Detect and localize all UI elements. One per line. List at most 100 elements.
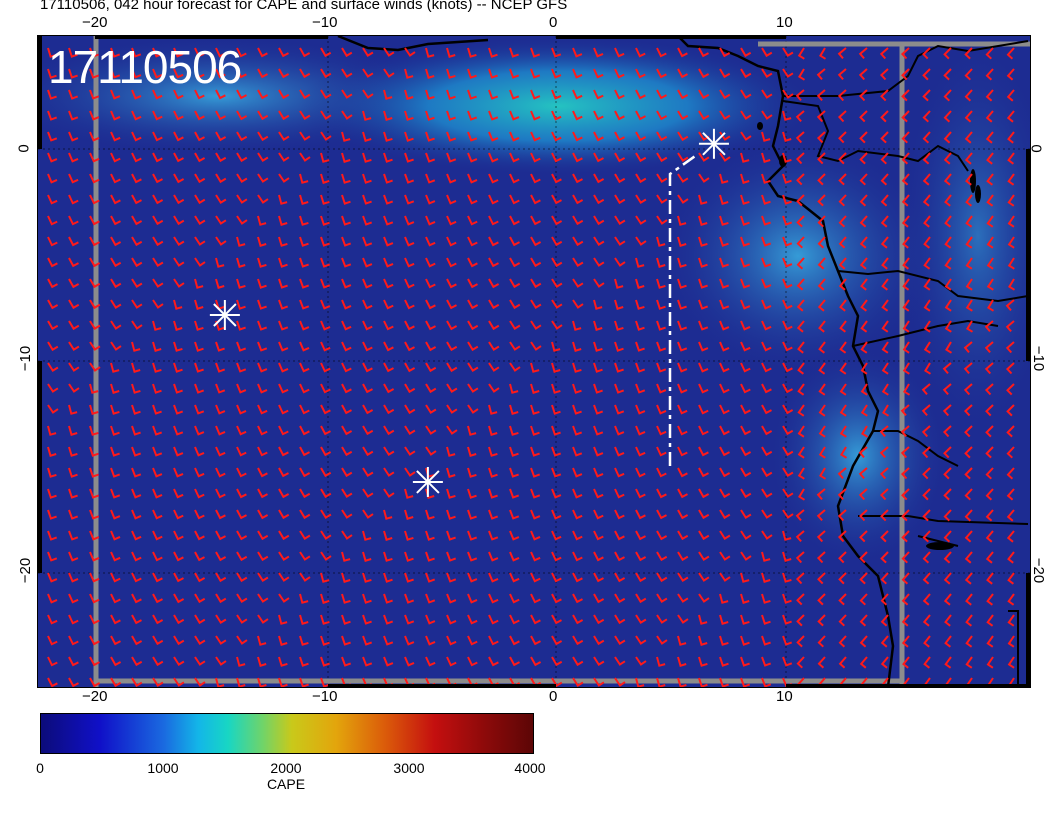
wind-barb <box>299 656 309 667</box>
wind-barb <box>467 530 478 541</box>
wind-barb <box>194 320 204 331</box>
wind-barb <box>278 467 289 478</box>
wind-barb <box>341 152 351 163</box>
wind-barb <box>656 467 667 478</box>
wind-barb <box>614 467 625 478</box>
wind-barb <box>68 278 80 289</box>
wind-barb <box>383 614 394 625</box>
wind-barb <box>152 194 164 205</box>
wind-barb <box>383 383 395 394</box>
wind-barb <box>488 530 499 541</box>
y-tick-label-left: 0 <box>15 144 33 153</box>
wind-barb <box>131 488 142 499</box>
wind-barb <box>47 488 57 499</box>
wind-barb <box>215 404 226 415</box>
wind-barb <box>131 383 141 394</box>
wind-barb <box>299 509 311 520</box>
wind-barb <box>68 446 78 457</box>
wind-barb <box>152 362 162 373</box>
wind-barb <box>1007 635 1015 648</box>
wind-barb <box>404 173 415 184</box>
wind-barb <box>677 404 688 415</box>
wind-barb <box>47 425 57 436</box>
wind-barb <box>530 593 541 604</box>
wind-barb <box>236 551 248 562</box>
wind-barb <box>740 551 752 561</box>
wind-barb <box>964 572 973 585</box>
wind-barb <box>1006 467 1015 480</box>
wind-barb <box>677 425 688 436</box>
wind-barb <box>467 278 478 289</box>
wind-barb <box>551 572 562 583</box>
wind-barb <box>488 614 499 625</box>
wind-barb <box>215 635 227 645</box>
wind-barb <box>215 614 227 624</box>
wind-barb <box>467 404 479 414</box>
wind-barb <box>614 530 625 541</box>
wind-barb <box>572 236 584 247</box>
wind-barb <box>194 530 205 541</box>
wind-barb <box>383 488 395 498</box>
wind-barb <box>943 572 952 585</box>
wind-barb <box>923 656 931 669</box>
wind-barb <box>614 362 624 373</box>
wind-barb <box>656 593 668 603</box>
wind-barb <box>467 320 479 331</box>
wind-barb <box>740 509 752 519</box>
wind-barb <box>194 194 206 205</box>
wind-barb <box>467 656 478 667</box>
wind-barb <box>110 614 121 625</box>
wind-barb <box>257 278 267 289</box>
wind-barb <box>425 425 437 435</box>
wind-barb <box>299 299 310 310</box>
wind-barb <box>110 215 121 226</box>
x-tick-label-top: 10 <box>776 14 793 31</box>
wind-barb <box>635 278 645 289</box>
wind-barb <box>593 173 605 184</box>
wind-barb <box>719 509 731 520</box>
wind-barb <box>404 635 415 646</box>
wind-barb <box>509 257 521 268</box>
wind-barb <box>635 572 647 583</box>
wind-barb <box>362 299 373 310</box>
wind-barb <box>551 593 562 604</box>
wind-barb <box>215 656 227 666</box>
wind-barb <box>593 341 603 352</box>
wind-barb <box>719 656 729 667</box>
wind-barb <box>944 635 952 648</box>
wind-barb <box>68 215 79 226</box>
wind-barb <box>530 404 540 415</box>
wind-barb <box>257 257 267 268</box>
wind-barb <box>677 614 689 624</box>
wind-barb <box>467 341 479 352</box>
wind-barb <box>635 656 647 666</box>
wind-barb <box>110 194 121 205</box>
wind-barb <box>68 677 79 687</box>
wind-barb <box>446 341 458 352</box>
wind-barb <box>404 614 415 625</box>
wind-barb <box>194 257 206 267</box>
wind-barb <box>173 362 183 373</box>
wind-barb <box>68 530 79 541</box>
wind-barb <box>761 383 772 394</box>
wind-barb <box>173 320 183 331</box>
wind-barb <box>446 404 458 414</box>
wind-barb <box>677 656 687 667</box>
wind-barb <box>68 551 79 562</box>
wind-barb <box>131 467 142 478</box>
wind-barb <box>593 509 604 520</box>
wind-barb <box>656 614 668 624</box>
wind-barb <box>215 278 225 289</box>
wind-barb <box>488 362 500 372</box>
wind-barb <box>173 404 184 415</box>
wind-barb <box>509 341 521 351</box>
wind-barb <box>404 530 414 541</box>
wind-barb <box>362 551 372 562</box>
y-tick-label-right: −20 <box>1030 557 1048 584</box>
wind-barb <box>551 194 562 205</box>
wind-barb <box>922 530 931 543</box>
wind-barb <box>320 488 332 499</box>
wind-barb <box>677 572 689 582</box>
wind-barb <box>131 257 143 268</box>
wind-barb <box>299 215 309 226</box>
